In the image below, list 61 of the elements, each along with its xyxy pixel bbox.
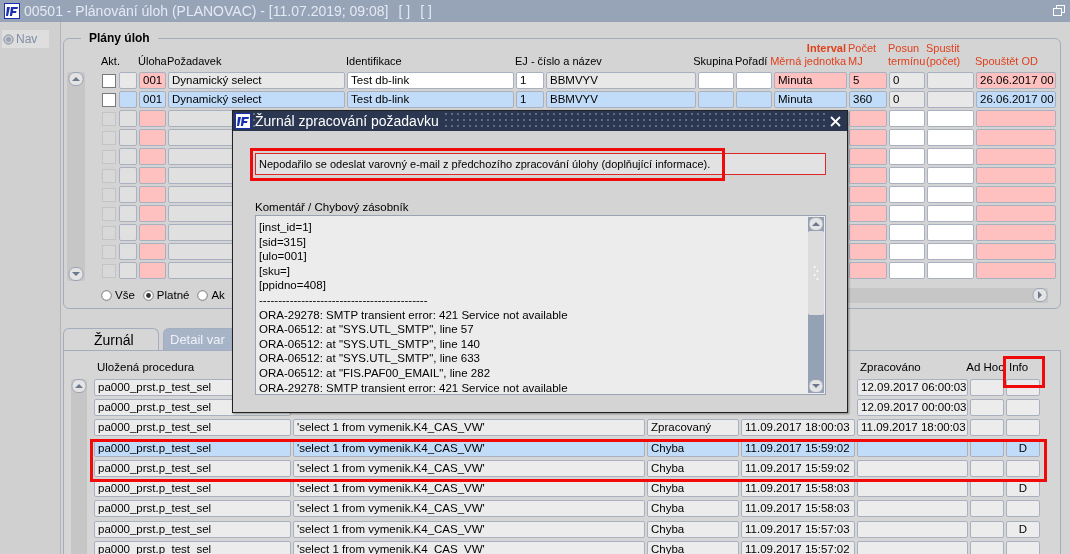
column-header: EJ - číslo a název <box>515 55 602 68</box>
radio-label: Vše <box>115 289 135 301</box>
log-line: ORA-29278: SMTP transient error: 421 Service not available <box>259 307 569 323</box>
table-cell: 11.09.2017 15:57:03 <box>741 520 855 538</box>
table-cell: Chyba <box>647 459 739 477</box>
column-header: MJ <box>848 55 863 68</box>
table-cell: 11.09.2017 15:57:02 <box>741 540 855 554</box>
table-cell: 11.09.2017 18:00:03 <box>741 419 855 437</box>
column-header: (počet) <box>926 55 961 68</box>
column-header: Posun <box>888 42 920 55</box>
table-cell: pa000_prst.p_test_sel <box>94 419 291 437</box>
table-cell: Chyba <box>647 500 739 518</box>
column-header: Skupina <box>693 55 733 68</box>
column-header: Ad Hoc <box>965 361 1004 373</box>
log-line: [ulo=001] <box>259 249 308 264</box>
column-header: Zpracováno <box>859 361 921 373</box>
log-line: [ppidno=408] <box>259 278 327 293</box>
column-header: Spouštět OD <box>975 55 1038 68</box>
column-header: Počet <box>848 42 877 55</box>
table-cell: 'select 1 from vymenik.K4_CAS_VW' <box>293 419 645 437</box>
title-marker: [ ] <box>420 3 432 19</box>
log-line: [sid=315] <box>259 234 307 250</box>
column-header: Identifikace <box>346 55 402 68</box>
nav-label: Nav <box>16 32 38 46</box>
column-header: Spustit <box>926 42 960 55</box>
log-line: ORA-06512: at "SYS.UTL_SMTP", line 633 <box>259 351 481 366</box>
table-cell: 'select 1 from vymenik.K4_CAS_VW' <box>293 459 645 477</box>
table-cell: 12.09.2017 06:00:03 <box>857 379 968 396</box>
table-cell: pa000_prst.p_test_sel <box>94 500 291 518</box>
title-marker: [ ] <box>398 3 411 19</box>
window-title: 00501 - Plánování úloh (PLANOVAC) - [11.07.2019; 09:08] <box>24 3 389 19</box>
column-header: Uložená procedura <box>96 361 195 373</box>
radio-label: Platné <box>156 289 190 301</box>
column-header: Akt. <box>101 55 120 68</box>
log-line: [inst_id=1] <box>259 220 313 235</box>
table-cell: Zpracovaný <box>647 419 739 437</box>
table-cell: Chyba <box>647 520 739 538</box>
panel-title: Plány úloh <box>88 31 151 45</box>
table-cell: pa000_prst.p_test_sel <box>94 459 291 477</box>
table-cell: pa000_prst.p_test_sel <box>94 520 291 538</box>
column-header: Měrná jednotka <box>770 55 846 68</box>
table-cell: 11.09.2017 15:59:02 <box>741 459 855 477</box>
table-cell: 12.09.2017 00:00:03 <box>857 399 968 417</box>
table-cell: 11.09.2017 18:00:03 <box>857 419 968 437</box>
column-header: Úloha <box>138 55 167 68</box>
log-line: ORA-06512: at "SYS.UTL_SMTP", line 57 <box>259 322 475 337</box>
table-cell: 'select 1 from vymenik.K4_CAS_VW' <box>293 500 645 518</box>
table-cell: 'select 1 from vymenik.K4_CAS_VW' <box>293 520 645 538</box>
log-line: -------------------------------------------- <box>259 292 429 308</box>
table-cell: 11.09.2017 15:58:03 <box>741 500 855 518</box>
column-header: termínu <box>888 55 926 68</box>
table-cell: D <box>1006 520 1040 538</box>
column-header: Požadavek <box>167 55 222 68</box>
log-line: [sku=] <box>259 263 291 279</box>
column-header: Pořadí <box>735 55 768 68</box>
group-header: Interval <box>806 42 846 55</box>
column-header: Info <box>1008 361 1029 373</box>
radio-label: Ak <box>211 289 225 301</box>
field-label: Komentář / Chybový zásobník <box>255 200 410 214</box>
log-line: ORA-06512: at "FIS.PAF00_EMAIL", line 282 <box>259 365 492 381</box>
log-line: ORA-06512: at "SYS.UTL_SMTP", line 140 <box>259 336 481 352</box>
